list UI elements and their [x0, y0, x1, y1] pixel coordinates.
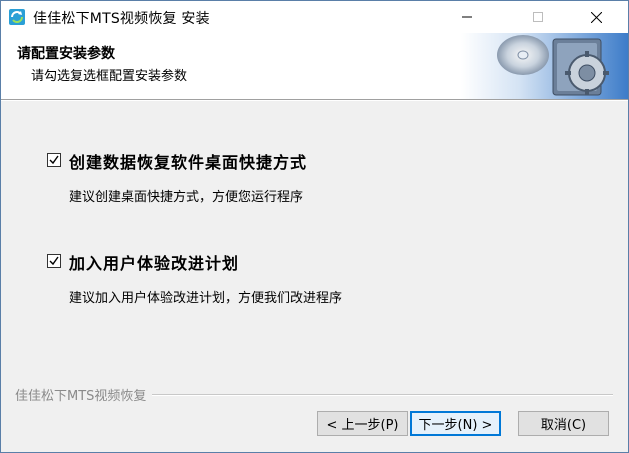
header-divider-highlight [1, 100, 628, 101]
checkmark-icon [49, 155, 59, 165]
next-button[interactable]: 下一步(N) > [410, 411, 501, 436]
header-banner-image [461, 33, 628, 99]
minimize-icon [462, 16, 472, 18]
desktop-shortcut-checkbox[interactable] [47, 153, 61, 167]
maximize-button[interactable] [515, 1, 561, 33]
wizard-header: 请配置安装参数 请勾选复选框配置安装参数 [1, 33, 628, 99]
checkmark-icon [49, 256, 59, 266]
ux-program-description: 建议加入用户体验改进计划，方便我们改进程序 [69, 291, 343, 306]
ux-program-label[interactable]: 加入用户体验改进计划 [69, 250, 239, 274]
page-subtitle: 请勾选复选框配置安装参数 [31, 69, 188, 84]
close-icon [590, 11, 602, 23]
installer-window: 佳佳松下MTS视频恢复 安装 请配置安装参数 请勾选复选框配置安装参数 创建数据… [0, 0, 629, 453]
ux-program-checkbox[interactable] [47, 254, 61, 268]
desktop-shortcut-label[interactable]: 创建数据恢复软件桌面快捷方式 [69, 149, 307, 173]
title-bar[interactable]: 佳佳松下MTS视频恢复 安装 [1, 1, 628, 33]
window-title: 佳佳松下MTS视频恢复 安装 [33, 11, 210, 27]
maximize-icon [533, 12, 543, 22]
page-title: 请配置安装参数 [17, 46, 115, 62]
desktop-shortcut-description: 建议创建桌面快捷方式，方便您运行程序 [69, 190, 304, 205]
minimize-button[interactable] [444, 1, 490, 33]
close-button[interactable] [573, 1, 619, 33]
back-button[interactable]: < 上一步(P) [317, 411, 408, 436]
footer-brand-label: 佳佳松下MTS视频恢复 [15, 385, 153, 404]
app-icon [9, 9, 25, 25]
cancel-button[interactable]: 取消(C) [518, 411, 609, 436]
